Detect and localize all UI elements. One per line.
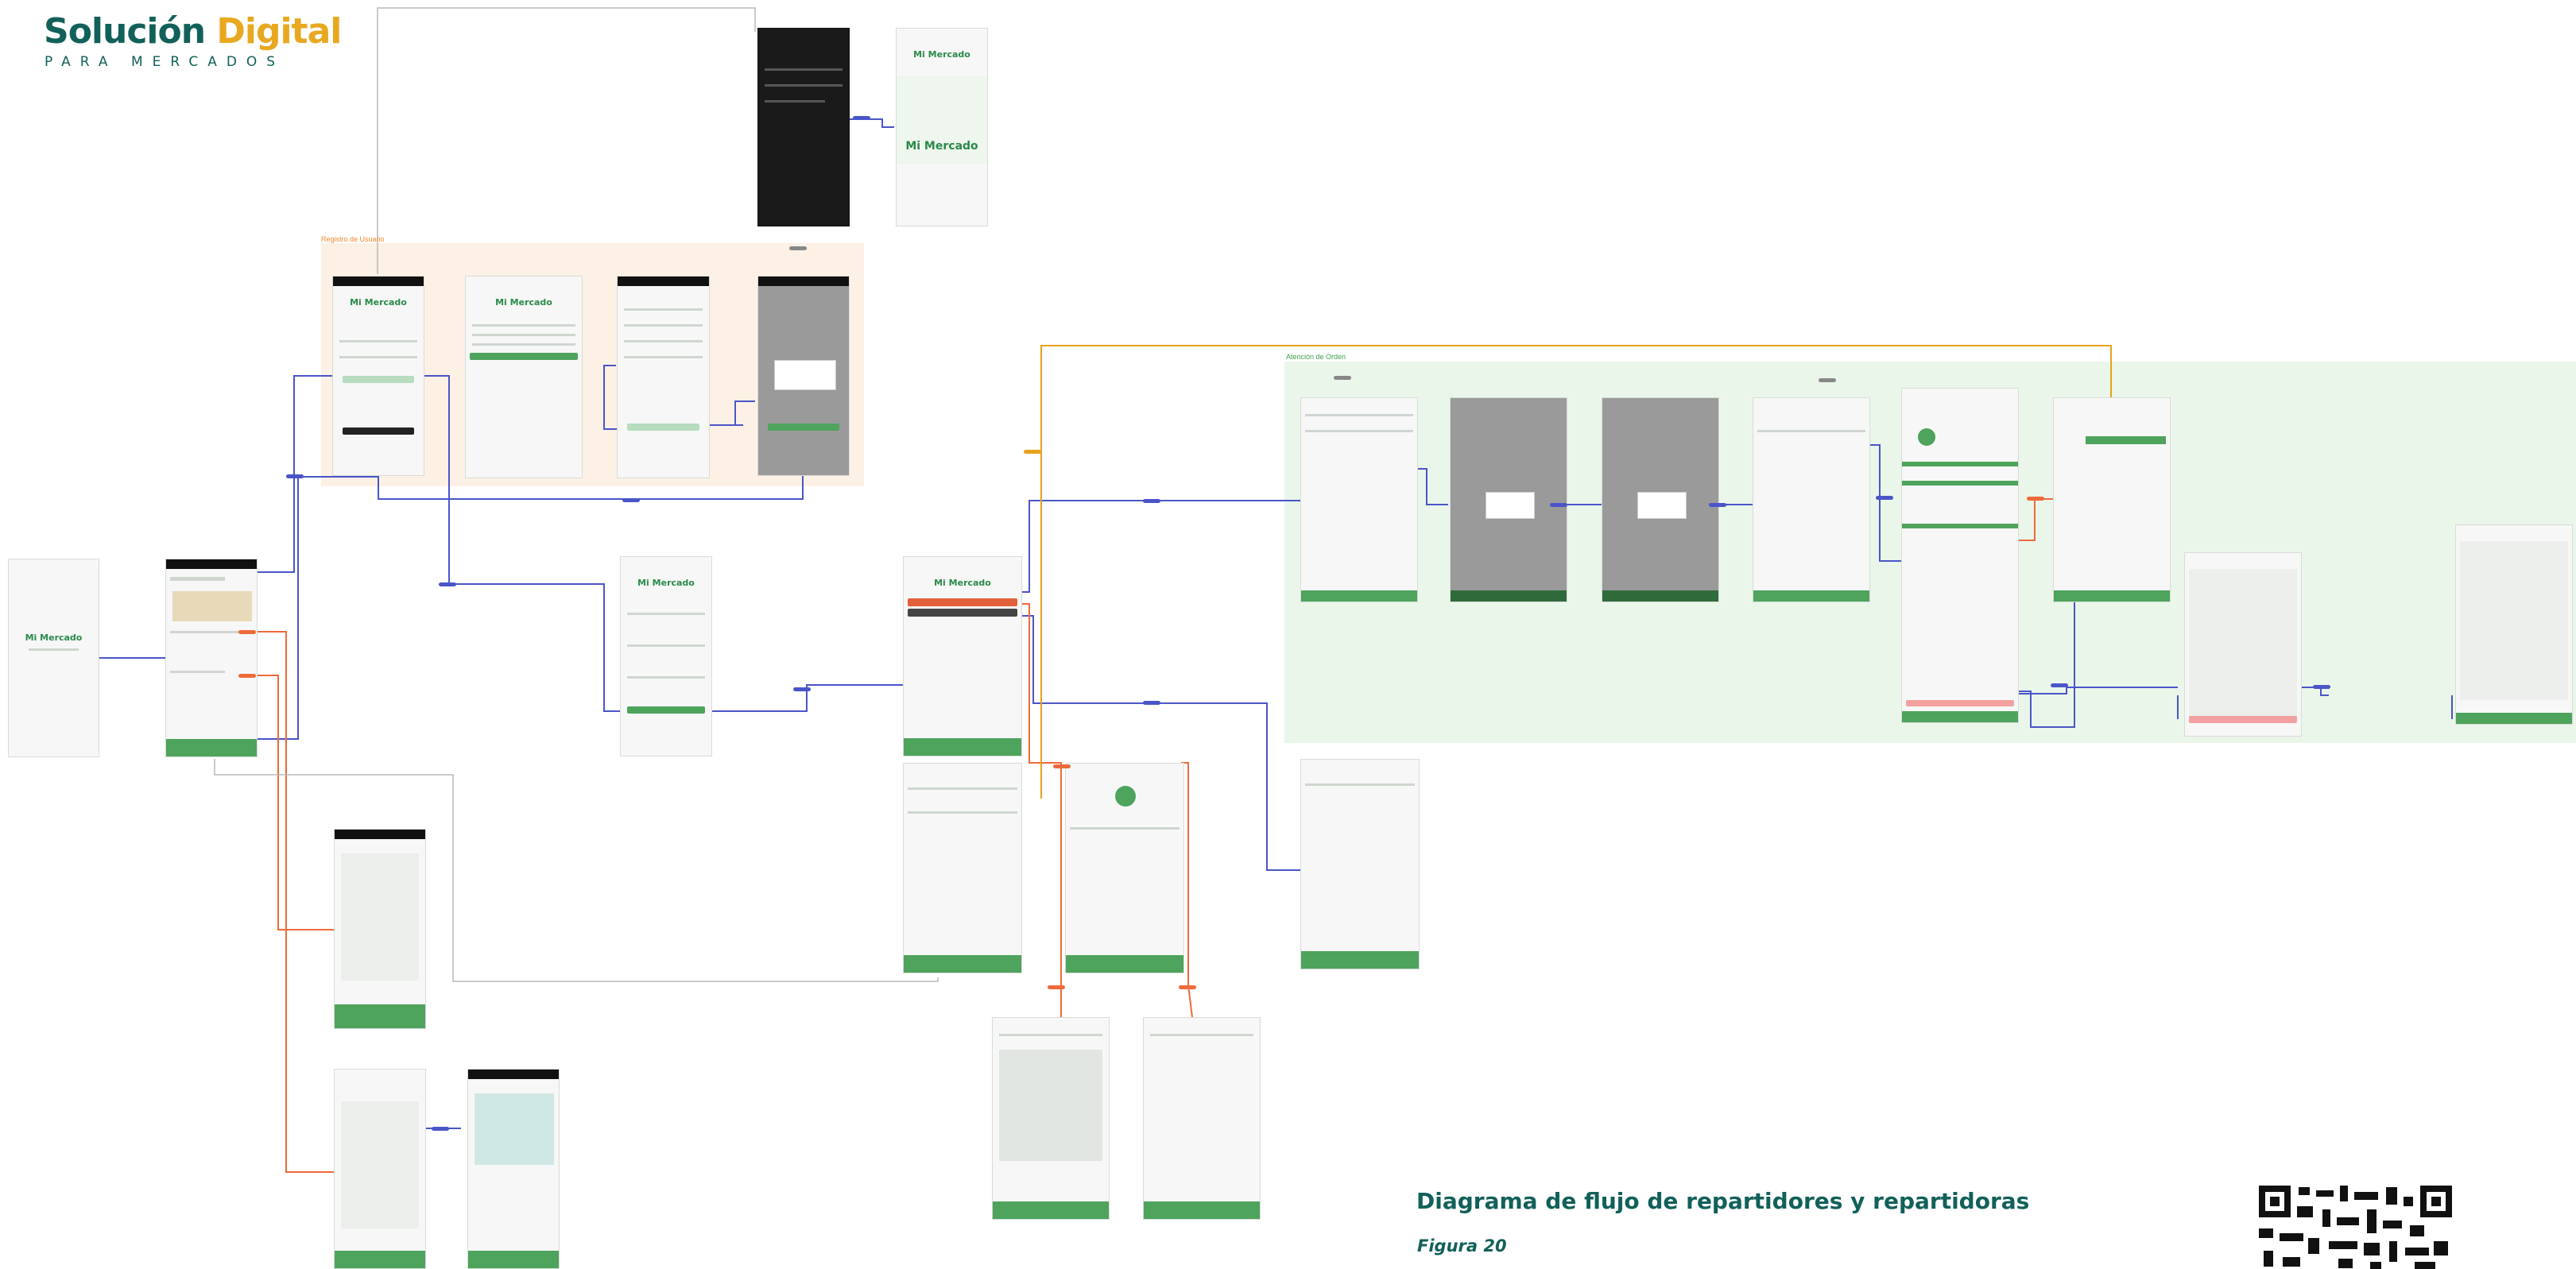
phone-splash: Mi Mercado xyxy=(8,559,99,757)
phone-registro xyxy=(617,276,710,478)
phone-activacion: Mi Mercado Mi Mercado xyxy=(896,28,988,226)
app-title: Mi Mercado xyxy=(25,633,83,643)
flow-badge xyxy=(1024,450,1041,454)
flow-badge xyxy=(1143,499,1160,503)
phone-tipo-usuario: Mi Mercado xyxy=(465,276,583,478)
phone-inicio-repartidor: Mi Mercado xyxy=(903,556,1022,756)
logo: Solución Digital xyxy=(44,11,342,52)
flow-badge xyxy=(1053,764,1071,768)
flow-badge xyxy=(238,674,256,678)
app-title-6: Mi Mercado xyxy=(637,578,695,588)
flow-badge xyxy=(1143,701,1160,705)
flow-badge xyxy=(793,687,811,691)
logo-word-2: Digital xyxy=(216,11,342,52)
app-title-3: Mi Mercado xyxy=(495,297,552,308)
atencion-region-label: Atención de Orden xyxy=(1286,353,1346,361)
phone-actualizacion-estatus-2 xyxy=(2455,524,2573,725)
flow-badge xyxy=(789,246,807,250)
phone-email-confirmacion xyxy=(757,28,850,226)
phone-confirmacion-registro xyxy=(757,276,850,476)
phone-terminos xyxy=(992,1017,1110,1220)
phone-notificaciones xyxy=(903,763,1022,973)
app-title-2: Mi Mercado xyxy=(350,297,407,308)
registro-region-label: Registro de Usuario xyxy=(321,235,385,243)
flow-badge xyxy=(2051,683,2068,687)
logo-tagline: PARA MERCADOS xyxy=(45,54,285,70)
flow-badge xyxy=(1334,376,1351,380)
qr-code xyxy=(2259,1186,2452,1269)
phone-actualizacion-estatus xyxy=(2184,552,2302,737)
flow-badge xyxy=(622,498,640,502)
flow-badge xyxy=(432,1127,449,1131)
phone-detalle-orden xyxy=(1901,388,2019,723)
flow-badge xyxy=(1876,496,1893,500)
flow-badge xyxy=(439,582,456,586)
flow-badge xyxy=(1048,985,1065,989)
phone-ordenes-proceso xyxy=(1753,397,1870,602)
app-title-7: Mi Mercado xyxy=(934,578,991,588)
phone-historial-entregas xyxy=(1300,759,1420,969)
phone-confirmacion-proceso xyxy=(1602,397,1719,602)
phone-confirmacion-toma-orden xyxy=(1450,397,1567,602)
figure-number: Figura 20 xyxy=(1417,1236,1507,1255)
app-title-5: Mi Mercado xyxy=(905,140,978,153)
logo-word-1: Solución xyxy=(44,11,206,52)
phone-tiendas xyxy=(334,1069,426,1269)
phone-categorias xyxy=(334,829,426,1029)
phone-home xyxy=(165,559,258,757)
flow-badge xyxy=(853,116,870,120)
phone-inicio-sesion: Mi Mercado xyxy=(332,276,424,476)
phone-chat-orden xyxy=(2053,397,2171,602)
phone-perfil xyxy=(1065,763,1184,973)
flow-badge xyxy=(286,474,304,478)
app-title-4: Mi Mercado xyxy=(913,49,970,60)
flow-badge xyxy=(1819,378,1836,382)
phone-detalle-tienda xyxy=(467,1069,560,1269)
flow-badge xyxy=(238,630,256,634)
phone-privacidad xyxy=(1143,1017,1261,1220)
phone-nuevo-pedido xyxy=(1300,397,1418,602)
flow-badge xyxy=(1550,503,1567,507)
flow-badge xyxy=(2027,497,2044,501)
phone-tutorial: Mi Mercado xyxy=(620,556,712,756)
flow-badge xyxy=(2313,685,2330,689)
flow-badge xyxy=(1709,503,1726,507)
flow-badge xyxy=(1179,985,1196,989)
figure-title: Diagrama de flujo de repartidores y repa… xyxy=(1416,1188,2030,1214)
